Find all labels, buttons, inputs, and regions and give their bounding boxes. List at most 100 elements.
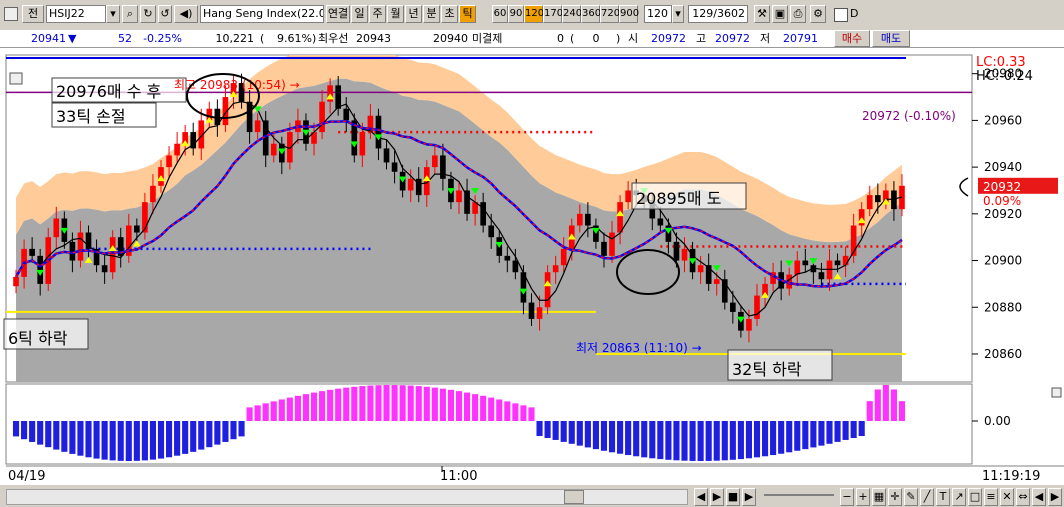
mode-button[interactable]: 전	[22, 5, 44, 23]
osc-bar-negative	[657, 421, 664, 460]
osc-bar-negative	[222, 421, 229, 442]
period-button-3[interactable]: 월	[387, 5, 404, 23]
candle-body	[802, 260, 809, 266]
osc-bar-positive	[246, 407, 253, 421]
osc-bar-negative	[85, 421, 92, 458]
oscillator-settings-icon[interactable]	[1051, 387, 1062, 398]
chart-settings-icon[interactable]	[9, 72, 23, 85]
chevron-down-icon[interactable]: ▾	[106, 5, 120, 23]
osc-bar-negative	[206, 421, 213, 448]
play-first-icon[interactable]: ◀	[694, 488, 708, 506]
osc-bar-negative	[761, 421, 769, 457]
next-icon[interactable]: ▶	[742, 488, 756, 506]
interval-button-170[interactable]: 170	[543, 5, 563, 23]
period-button-6[interactable]: 초	[441, 5, 458, 23]
chevron-down-icon[interactable]: ▾	[672, 5, 684, 23]
osc-bar-positive	[455, 391, 463, 421]
fib-icon[interactable]: ≡	[984, 488, 998, 506]
chart-type-icon[interactable]	[4, 7, 18, 21]
candle-body	[794, 260, 801, 275]
osc-bar-negative	[45, 421, 52, 448]
osc-bar-negative	[608, 421, 616, 453]
gear-icon[interactable]: ⚙	[810, 5, 826, 23]
period-button-4[interactable]: 년	[405, 5, 422, 23]
candle-body	[101, 265, 108, 273]
text-icon[interactable]: T	[936, 488, 950, 506]
interval-button-240[interactable]: 240	[562, 5, 582, 23]
osc-bar-positive	[504, 401, 511, 421]
d-checkbox[interactable]	[834, 8, 848, 22]
osc-bar-negative	[826, 421, 833, 444]
quote-change: 52	[118, 32, 132, 45]
low-marker: 최저 20863 (11:10) →	[576, 341, 702, 355]
print-icon[interactable]: ⎙	[790, 5, 806, 23]
period-button-1[interactable]: 일	[351, 5, 368, 23]
osc-bar-negative	[174, 421, 181, 456]
y-tick-label: 20860	[984, 347, 1022, 361]
buy-button[interactable]: 매수	[834, 30, 870, 47]
interval-button-120[interactable]: 120	[524, 5, 544, 23]
play-icon[interactable]: ▶	[710, 488, 724, 506]
symbol-input[interactable]: HSIJ22	[46, 5, 106, 23]
interval-button-360[interactable]: 360	[581, 5, 601, 23]
fit-icon[interactable]: ⇔	[1016, 488, 1030, 506]
count-field[interactable]: 129/3602	[688, 5, 748, 23]
interval-button-90[interactable]: 90	[508, 5, 524, 23]
tools-icon[interactable]: ⚒	[754, 5, 770, 23]
period-button-5[interactable]: 분	[423, 5, 440, 23]
save-icon[interactable]: ▣	[772, 5, 788, 23]
line-icon[interactable]: ╱	[920, 488, 934, 506]
candle	[109, 230, 116, 280]
osc-bar-negative	[641, 421, 648, 458]
candle-body	[77, 232, 84, 261]
refresh-icon[interactable]: ↻	[140, 5, 156, 23]
y-tick-label: 20880	[984, 300, 1022, 314]
sound-icon[interactable]: ◀)	[174, 5, 198, 23]
zoom-out-icon[interactable]: −	[840, 488, 854, 506]
osc-bar-positive	[874, 389, 881, 421]
stop-icon[interactable]: ■	[726, 488, 740, 506]
candle-body	[37, 255, 44, 284]
open-line-label: 20972 (-0.10%)	[862, 109, 956, 123]
box-icon[interactable]: □	[968, 488, 982, 506]
horizontal-scrollbar[interactable]	[6, 489, 688, 505]
candle-body	[528, 302, 535, 319]
interval-button-900[interactable]: 900	[619, 5, 639, 23]
osc-bar-negative	[689, 421, 696, 461]
right-icon[interactable]: ▶	[1048, 488, 1062, 506]
search-icon[interactable]: ⌕	[122, 5, 138, 23]
osc-bar-negative	[117, 421, 124, 461]
candle-body	[673, 241, 680, 261]
best-ask-label: 최우선	[318, 32, 349, 45]
osc-bar-negative	[745, 421, 753, 459]
candle-body	[746, 318, 752, 331]
interval-input[interactable]: 120	[644, 5, 672, 23]
osc-bar-positive	[520, 405, 527, 421]
osc-bar-negative	[198, 421, 205, 450]
scroll-thumb[interactable]	[564, 490, 584, 504]
unfilled: 0	[557, 32, 564, 45]
buy-note-2: 33틱 손절	[51, 102, 157, 128]
left-icon[interactable]: ◀	[1032, 488, 1046, 506]
candle-body	[109, 237, 116, 273]
reset-icon[interactable]: ↺	[158, 5, 172, 23]
arrow-icon[interactable]: ↗	[952, 488, 966, 506]
left-drop-note-text: 6틱 하락	[8, 329, 68, 348]
osc-bar-negative	[133, 421, 140, 461]
crosshair-icon[interactable]: ✛	[888, 488, 902, 506]
sell-button[interactable]: 매도	[872, 30, 910, 47]
period-button-7[interactable]: 틱	[459, 5, 476, 23]
grid-icon[interactable]: ▦	[872, 488, 886, 506]
erase-icon[interactable]: ✕	[1000, 488, 1014, 506]
zoom-in-icon[interactable]: +	[856, 488, 870, 506]
osc-bar-negative	[157, 421, 165, 459]
price-chart[interactable]: 20860208802090020920209402096020980LC:0.…	[0, 48, 1064, 488]
candle-body	[697, 265, 704, 273]
interval-button-720[interactable]: 720	[600, 5, 620, 23]
osc-bar-positive	[496, 399, 503, 421]
period-button-0[interactable]: 연결	[326, 5, 350, 23]
interval-button-60[interactable]: 60	[492, 5, 508, 23]
period-button-2[interactable]: 주	[369, 5, 386, 23]
zoom-slider[interactable]	[764, 494, 834, 496]
draw-icon[interactable]: ✎	[904, 488, 918, 506]
